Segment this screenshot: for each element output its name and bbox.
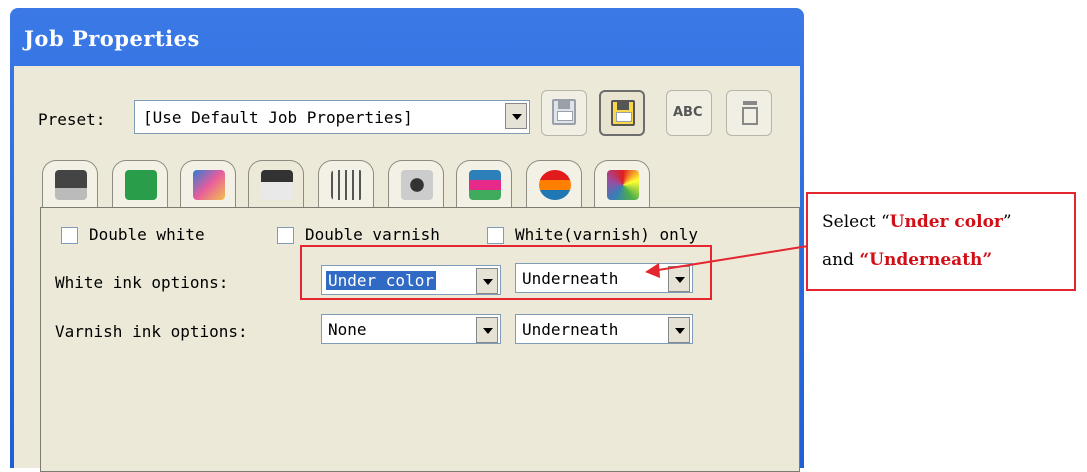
callout-line-2-prefix: and: [822, 250, 860, 270]
callout-line-1: Select “Under color”: [822, 212, 1012, 232]
callout-under-color: Under color: [889, 212, 1003, 232]
callout-underneath: “Underneath”: [859, 250, 993, 270]
callout-line-1-suffix: ”: [1002, 212, 1012, 232]
callout-line-2: and “Underneath”: [822, 250, 992, 270]
instruction-callout: Select “Under color” and “Underneath”: [806, 192, 1076, 291]
callout-line-1-prefix: Select “: [822, 212, 890, 232]
